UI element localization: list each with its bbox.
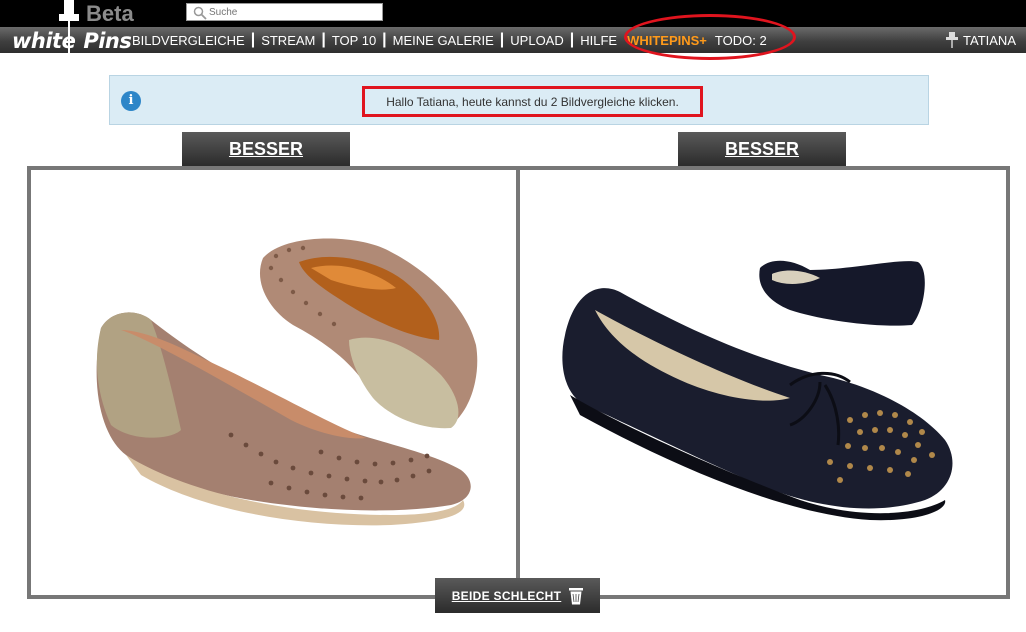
info-message-text: Hallo Tatiana, heute kannst du 2 Bildver… — [386, 94, 679, 109]
search-box[interactable] — [186, 3, 383, 21]
nav-item-hilfe[interactable]: HILFE — [580, 33, 617, 48]
nav-separator: | — [382, 31, 387, 48]
nav-separator: | — [250, 31, 256, 48]
nav-item-todo[interactable]: TODO: 2 — [715, 33, 767, 48]
search-icon — [193, 6, 207, 20]
top-bar — [0, 0, 1026, 27]
info-notice: i Hallo Tatiana, heute kannst du 2 Bildv… — [109, 75, 929, 125]
nav-item-upload[interactable]: UPLOAD — [510, 33, 563, 48]
user-name: TATIANA — [963, 32, 1016, 48]
right-shoe-image — [562, 260, 953, 521]
main-nav: BILDVERGLEICHE | STREAM | TOP 10 | MEINE… — [132, 27, 767, 53]
nav-item-bildvergleiche[interactable]: BILDVERGLEICHE — [132, 33, 245, 48]
nav-separator: | — [499, 31, 505, 48]
nav-separator: | — [569, 31, 575, 48]
logo-beta: Beta — [86, 1, 134, 26]
nav-item-top10[interactable]: TOP 10 — [332, 33, 376, 48]
nav-item-stream[interactable]: STREAM — [261, 33, 315, 48]
right-image-panel[interactable] — [516, 166, 1010, 599]
info-message: Hallo Tatiana, heute kannst du 2 Bildver… — [362, 86, 703, 117]
user-menu[interactable]: TATIANA — [946, 27, 1016, 53]
better-left-button[interactable]: BESSER — [182, 132, 350, 166]
better-right-button[interactable]: BESSER — [678, 132, 846, 166]
logo-word-pins: Pins — [83, 29, 132, 53]
search-input[interactable] — [209, 5, 379, 19]
pin-icon — [946, 32, 959, 48]
both-bad-button[interactable]: BEIDE SCHLECHT — [435, 578, 600, 613]
logo-wordmark[interactable]: white Pins — [12, 29, 132, 53]
nav-item-meine-galerie[interactable]: MEINE GALERIE — [393, 33, 494, 48]
left-shoe-image — [96, 238, 478, 526]
logo-word-white: white — [12, 29, 76, 53]
trash-icon — [569, 587, 584, 604]
both-bad-label: BEIDE SCHLECHT — [451, 588, 562, 603]
nav-separator: | — [321, 31, 326, 48]
info-icon: i — [121, 91, 141, 111]
nav-item-whitepins-plus[interactable]: WHITEPINS+ — [627, 33, 707, 48]
left-image-panel[interactable] — [27, 166, 520, 599]
